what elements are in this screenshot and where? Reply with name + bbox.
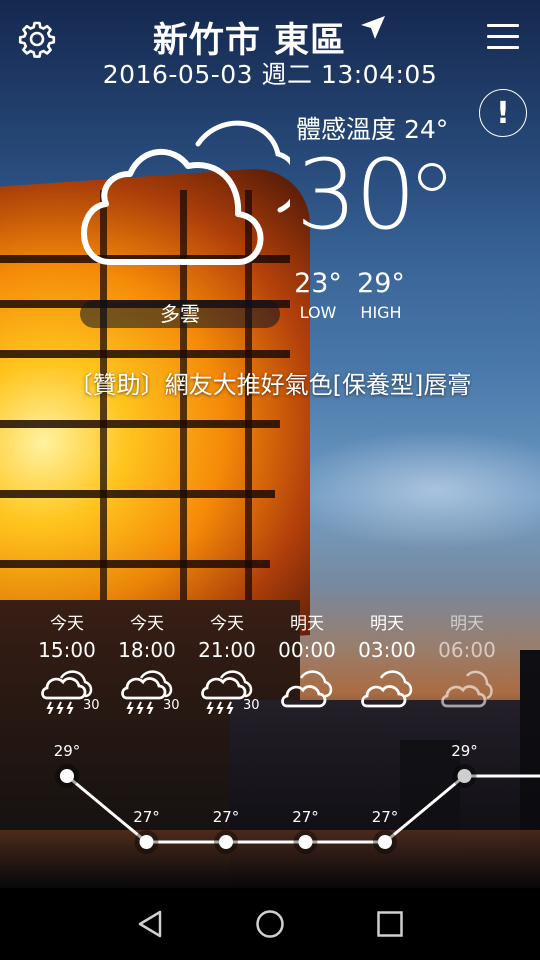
- chart-point-label: 27°: [213, 808, 240, 826]
- high-label: HIGH: [360, 303, 402, 322]
- low-value: 23°: [294, 268, 342, 299]
- degree-symbol: [418, 163, 446, 191]
- hour-day: 今天: [210, 614, 244, 634]
- condition-label: 多雲: [80, 300, 280, 328]
- low-temperature: 23° LOW: [294, 270, 342, 322]
- hour-day: 今天: [50, 614, 84, 634]
- current-temperature: 30: [296, 139, 416, 251]
- chart-point: [60, 769, 74, 783]
- hour-time: 03:00: [358, 638, 416, 662]
- high-value: 29°: [357, 268, 405, 299]
- hour-day: 明天: [290, 614, 324, 634]
- chart-point: [219, 835, 233, 849]
- hour-day: 今天: [130, 614, 164, 634]
- exclamation-icon: !: [496, 95, 510, 131]
- hamburger-menu-icon: [482, 16, 524, 58]
- hour-time: 00:00: [278, 638, 336, 662]
- chart-point-label: 27°: [372, 808, 399, 826]
- low-label: LOW: [299, 303, 337, 322]
- hour-day: 明天: [370, 614, 404, 634]
- home-circle-icon[interactable]: [248, 902, 292, 946]
- hour-time: 15:00: [38, 638, 96, 662]
- alert-button[interactable]: !: [479, 89, 527, 137]
- chart-point-label: 29°: [451, 742, 478, 760]
- current-datetime: 2016-05-03 週二 13:04:05: [102, 60, 438, 89]
- hour-day: 明天: [450, 614, 484, 634]
- navigation-bar: [0, 888, 540, 960]
- cloud-outline-icon: [81, 120, 290, 265]
- chart-points: 29° 27° 27° 27° 27° 29°: [54, 742, 478, 854]
- recents-square-icon[interactable]: [368, 902, 412, 946]
- chart-point-label: 29°: [54, 742, 81, 760]
- high-temperature: 29° HIGH: [357, 270, 405, 322]
- menu-button[interactable]: [482, 16, 524, 58]
- chart-point: [139, 835, 154, 849]
- chart-point: [378, 835, 392, 849]
- chart-point-label: 27°: [133, 808, 160, 826]
- back-triangle-icon[interactable]: [128, 902, 172, 946]
- hourly-temperature-chart: 29° 27° 27° 27° 27° 29°: [54, 742, 540, 854]
- sponsored-ad-link[interactable]: 〔贊助〕網友大推好氣色[保養型]唇膏: [0, 365, 540, 400]
- hour-time: 06:00: [438, 638, 496, 662]
- hour-time: 18:00: [118, 638, 176, 662]
- chart-point: [457, 769, 472, 783]
- hour-time: 21:00: [198, 638, 256, 662]
- chart-point: [298, 835, 313, 849]
- location-arrow-icon: [361, 16, 386, 39]
- chart-point-label: 27°: [292, 808, 319, 826]
